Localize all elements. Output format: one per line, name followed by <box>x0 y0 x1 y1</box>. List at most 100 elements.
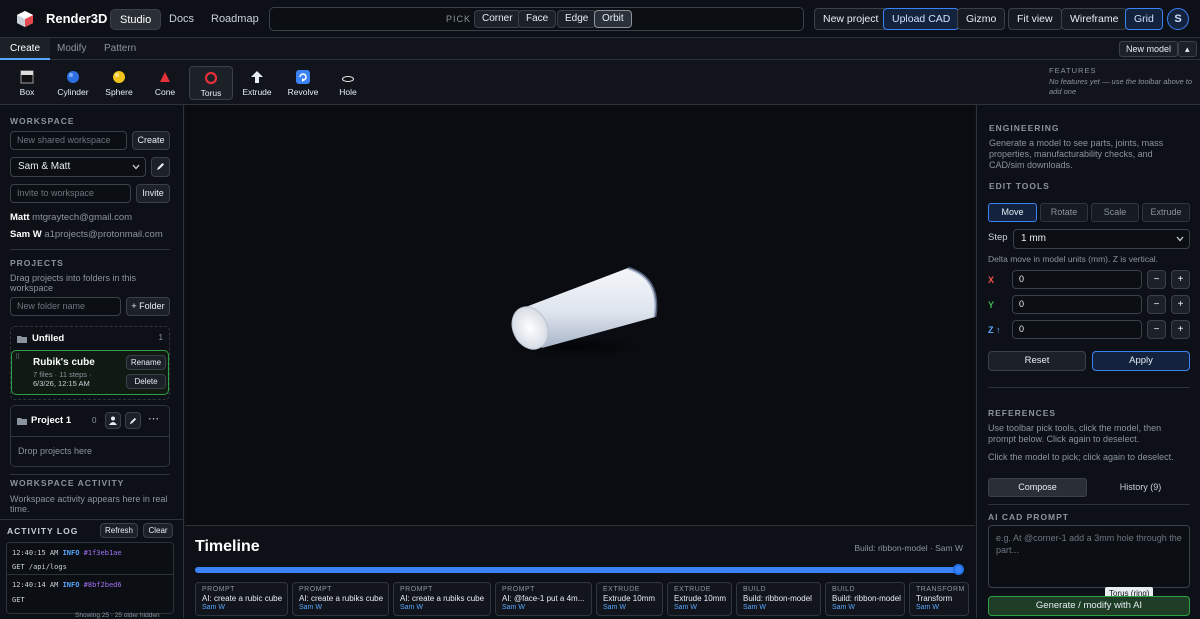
more-options-icon[interactable]: ⋯ <box>148 412 159 425</box>
avatar[interactable]: S <box>1167 8 1189 30</box>
divider <box>11 436 169 437</box>
timeline-card[interactable]: EXTRUDE Extrude 10mm Sam W <box>596 582 663 616</box>
invite-button[interactable]: Invite <box>136 184 170 203</box>
timeline-card[interactable]: PROMPT AI: create a rubic cube Sam W <box>195 582 288 616</box>
workspace-select[interactable]: Sam & Matt <box>10 157 146 177</box>
new-model-button[interactable]: New model <box>1119 41 1179 57</box>
edit-workspace-button[interactable] <box>151 157 170 177</box>
nav-roadmap[interactable]: Roadmap <box>202 9 268 30</box>
log-list[interactable]: 12:40:15 AM INFO #1f3eb1ae GET /api/logs… <box>6 542 174 614</box>
delete-button[interactable]: Delete <box>126 374 166 389</box>
tool-revolve-label: Revolve <box>287 87 319 97</box>
mode-rotate[interactable]: Rotate <box>1040 203 1088 222</box>
tool-torus[interactable]: Torus <box>189 66 233 100</box>
card-text: Extrude 10mm <box>603 594 656 603</box>
folder-project-1[interactable]: Project 1 0 ⋯ Drop projects here <box>10 405 170 467</box>
upload-cad-button[interactable]: Upload CAD <box>883 8 960 30</box>
tool-extrude[interactable]: Extrude <box>235 66 279 100</box>
member-email: mtgraytech@gmail.com <box>32 212 133 223</box>
tool-box[interactable]: Box <box>5 66 49 100</box>
timeline-card[interactable]: PROMPT AI: create a rubiks cube Sam W <box>292 582 389 616</box>
axis-x-decrement[interactable]: − <box>1147 270 1166 289</box>
axis-z-increment[interactable]: + <box>1171 320 1190 339</box>
create-workspace-button[interactable]: Create <box>132 131 170 150</box>
share-folder-button[interactable] <box>105 412 121 429</box>
log-time: 12:40:15 AM <box>12 549 59 557</box>
rename-button[interactable]: Rename <box>126 355 166 370</box>
pick-face-button[interactable]: Face <box>518 10 557 28</box>
mode-move[interactable]: Move <box>988 203 1037 222</box>
axis-y-label: Y <box>988 300 995 310</box>
new-project-button[interactable]: New project <box>814 8 888 30</box>
tab-modify[interactable]: Modify <box>47 38 96 60</box>
person-icon <box>109 416 117 425</box>
nav-studio[interactable]: Studio <box>110 9 162 30</box>
reset-button[interactable]: Reset <box>988 351 1086 371</box>
tool-cone[interactable]: Cone <box>143 66 187 100</box>
folder-unfiled[interactable]: Unfiled 1 ⠿ Rubik's cube 7 files · 11 st… <box>10 326 170 400</box>
tool-sphere[interactable]: Sphere <box>97 66 141 100</box>
refresh-button[interactable]: Refresh <box>100 523 138 538</box>
timeline-scrubber[interactable] <box>195 564 964 575</box>
gizmo-button[interactable]: Gizmo <box>957 8 1006 30</box>
timeline-handle[interactable] <box>953 564 964 575</box>
timeline-card[interactable]: BUILD Build: ribbon-model Sam W <box>736 582 821 616</box>
edit-folder-button[interactable] <box>125 412 141 429</box>
step-select[interactable]: 1 mm <box>1013 229 1190 249</box>
tab-create[interactable]: Create <box>0 38 51 60</box>
log-id: #1f3eb1ae <box>83 549 122 557</box>
grid-button[interactable]: Grid <box>1125 8 1163 30</box>
axis-y-input[interactable]: 0 <box>1012 295 1142 314</box>
tab-history[interactable]: History (9) <box>1091 478 1190 497</box>
cylinder-icon <box>67 71 79 83</box>
projects-hint: Drag projects into folders in this works… <box>10 273 137 293</box>
fit-view-button[interactable]: Fit view <box>1008 8 1062 30</box>
mode-scale[interactable]: Scale <box>1091 203 1139 222</box>
axis-y-decrement[interactable]: − <box>1147 295 1166 314</box>
wireframe-button[interactable]: Wireframe <box>1061 8 1128 30</box>
pick-edge-button[interactable]: Edge <box>557 10 597 28</box>
card-user: Sam W <box>603 604 626 611</box>
card-text: AI: create a rubiks cube <box>400 594 485 603</box>
timeline-card[interactable]: TRANSFORM Transform Sam W <box>909 582 969 616</box>
timeline-card[interactable]: BUILD Build: ribbon-model Sam W <box>825 582 905 616</box>
axis-x-increment[interactable]: + <box>1171 270 1190 289</box>
generate-button[interactable]: Generate / modify with AI <box>988 596 1190 616</box>
timeline-card[interactable]: PROMPT AI: create a rubiks cube Sam W <box>393 582 491 616</box>
log-message: GET /api/logs <box>12 563 67 571</box>
model-canvas[interactable] <box>185 105 975 525</box>
add-folder-button[interactable]: + Folder <box>126 297 170 316</box>
nav-docs[interactable]: Docs <box>160 9 203 30</box>
axis-y-increment[interactable]: + <box>1171 295 1190 314</box>
axis-z-input[interactable]: 0 <box>1012 320 1142 339</box>
axis-x-input[interactable]: 0 <box>1012 270 1142 289</box>
tool-revolve[interactable]: Revolve <box>281 66 325 100</box>
timeline-card[interactable]: EXTRUDE Extrude 10mm Sam W <box>667 582 732 616</box>
pick-orbit-button[interactable]: Orbit <box>594 10 632 28</box>
workspace-title: WORKSPACE <box>10 116 75 126</box>
project-card[interactable]: ⠿ Rubik's cube 7 files · 11 steps · 6/3/… <box>11 350 169 395</box>
tool-hole[interactable]: Hole <box>326 66 370 100</box>
tab-compose[interactable]: Compose <box>988 478 1087 497</box>
drag-handle-icon[interactable]: ⠿ <box>15 353 20 361</box>
3d-viewport[interactable] <box>185 105 975 525</box>
pick-corner-button[interactable]: Corner <box>474 10 521 28</box>
folder-name-input[interactable]: New folder name <box>10 297 121 316</box>
tool-cylinder[interactable]: Cylinder <box>51 66 95 100</box>
invite-input[interactable]: Invite to workspace <box>10 184 131 203</box>
new-workspace-input[interactable]: New shared workspace <box>10 131 127 150</box>
tab-pattern[interactable]: Pattern <box>94 38 146 60</box>
clear-button[interactable]: Clear <box>143 523 173 538</box>
edit-tools-title: EDIT TOOLS <box>989 181 1050 191</box>
log-message: GET <box>12 596 25 604</box>
divider <box>988 387 1190 388</box>
ai-prompt-title: AI CAD PROMPT <box>988 512 1069 522</box>
apply-button[interactable]: Apply <box>1092 351 1190 371</box>
axis-z-decrement[interactable]: − <box>1147 320 1166 339</box>
log-level: INFO <box>62 549 80 557</box>
timeline-card[interactable]: PROMPT AI: @face-1 put a 4m... Sam W <box>495 582 592 616</box>
mode-extrude[interactable]: Extrude <box>1142 203 1190 222</box>
log-entry: 12:40:14 AM INFO #8bf2bed6 <box>12 581 122 589</box>
ai-prompt-input[interactable]: e.g. At @corner-1 add a 3mm hole through… <box>988 525 1190 588</box>
collapse-button[interactable]: ▴ <box>1178 41 1197 57</box>
